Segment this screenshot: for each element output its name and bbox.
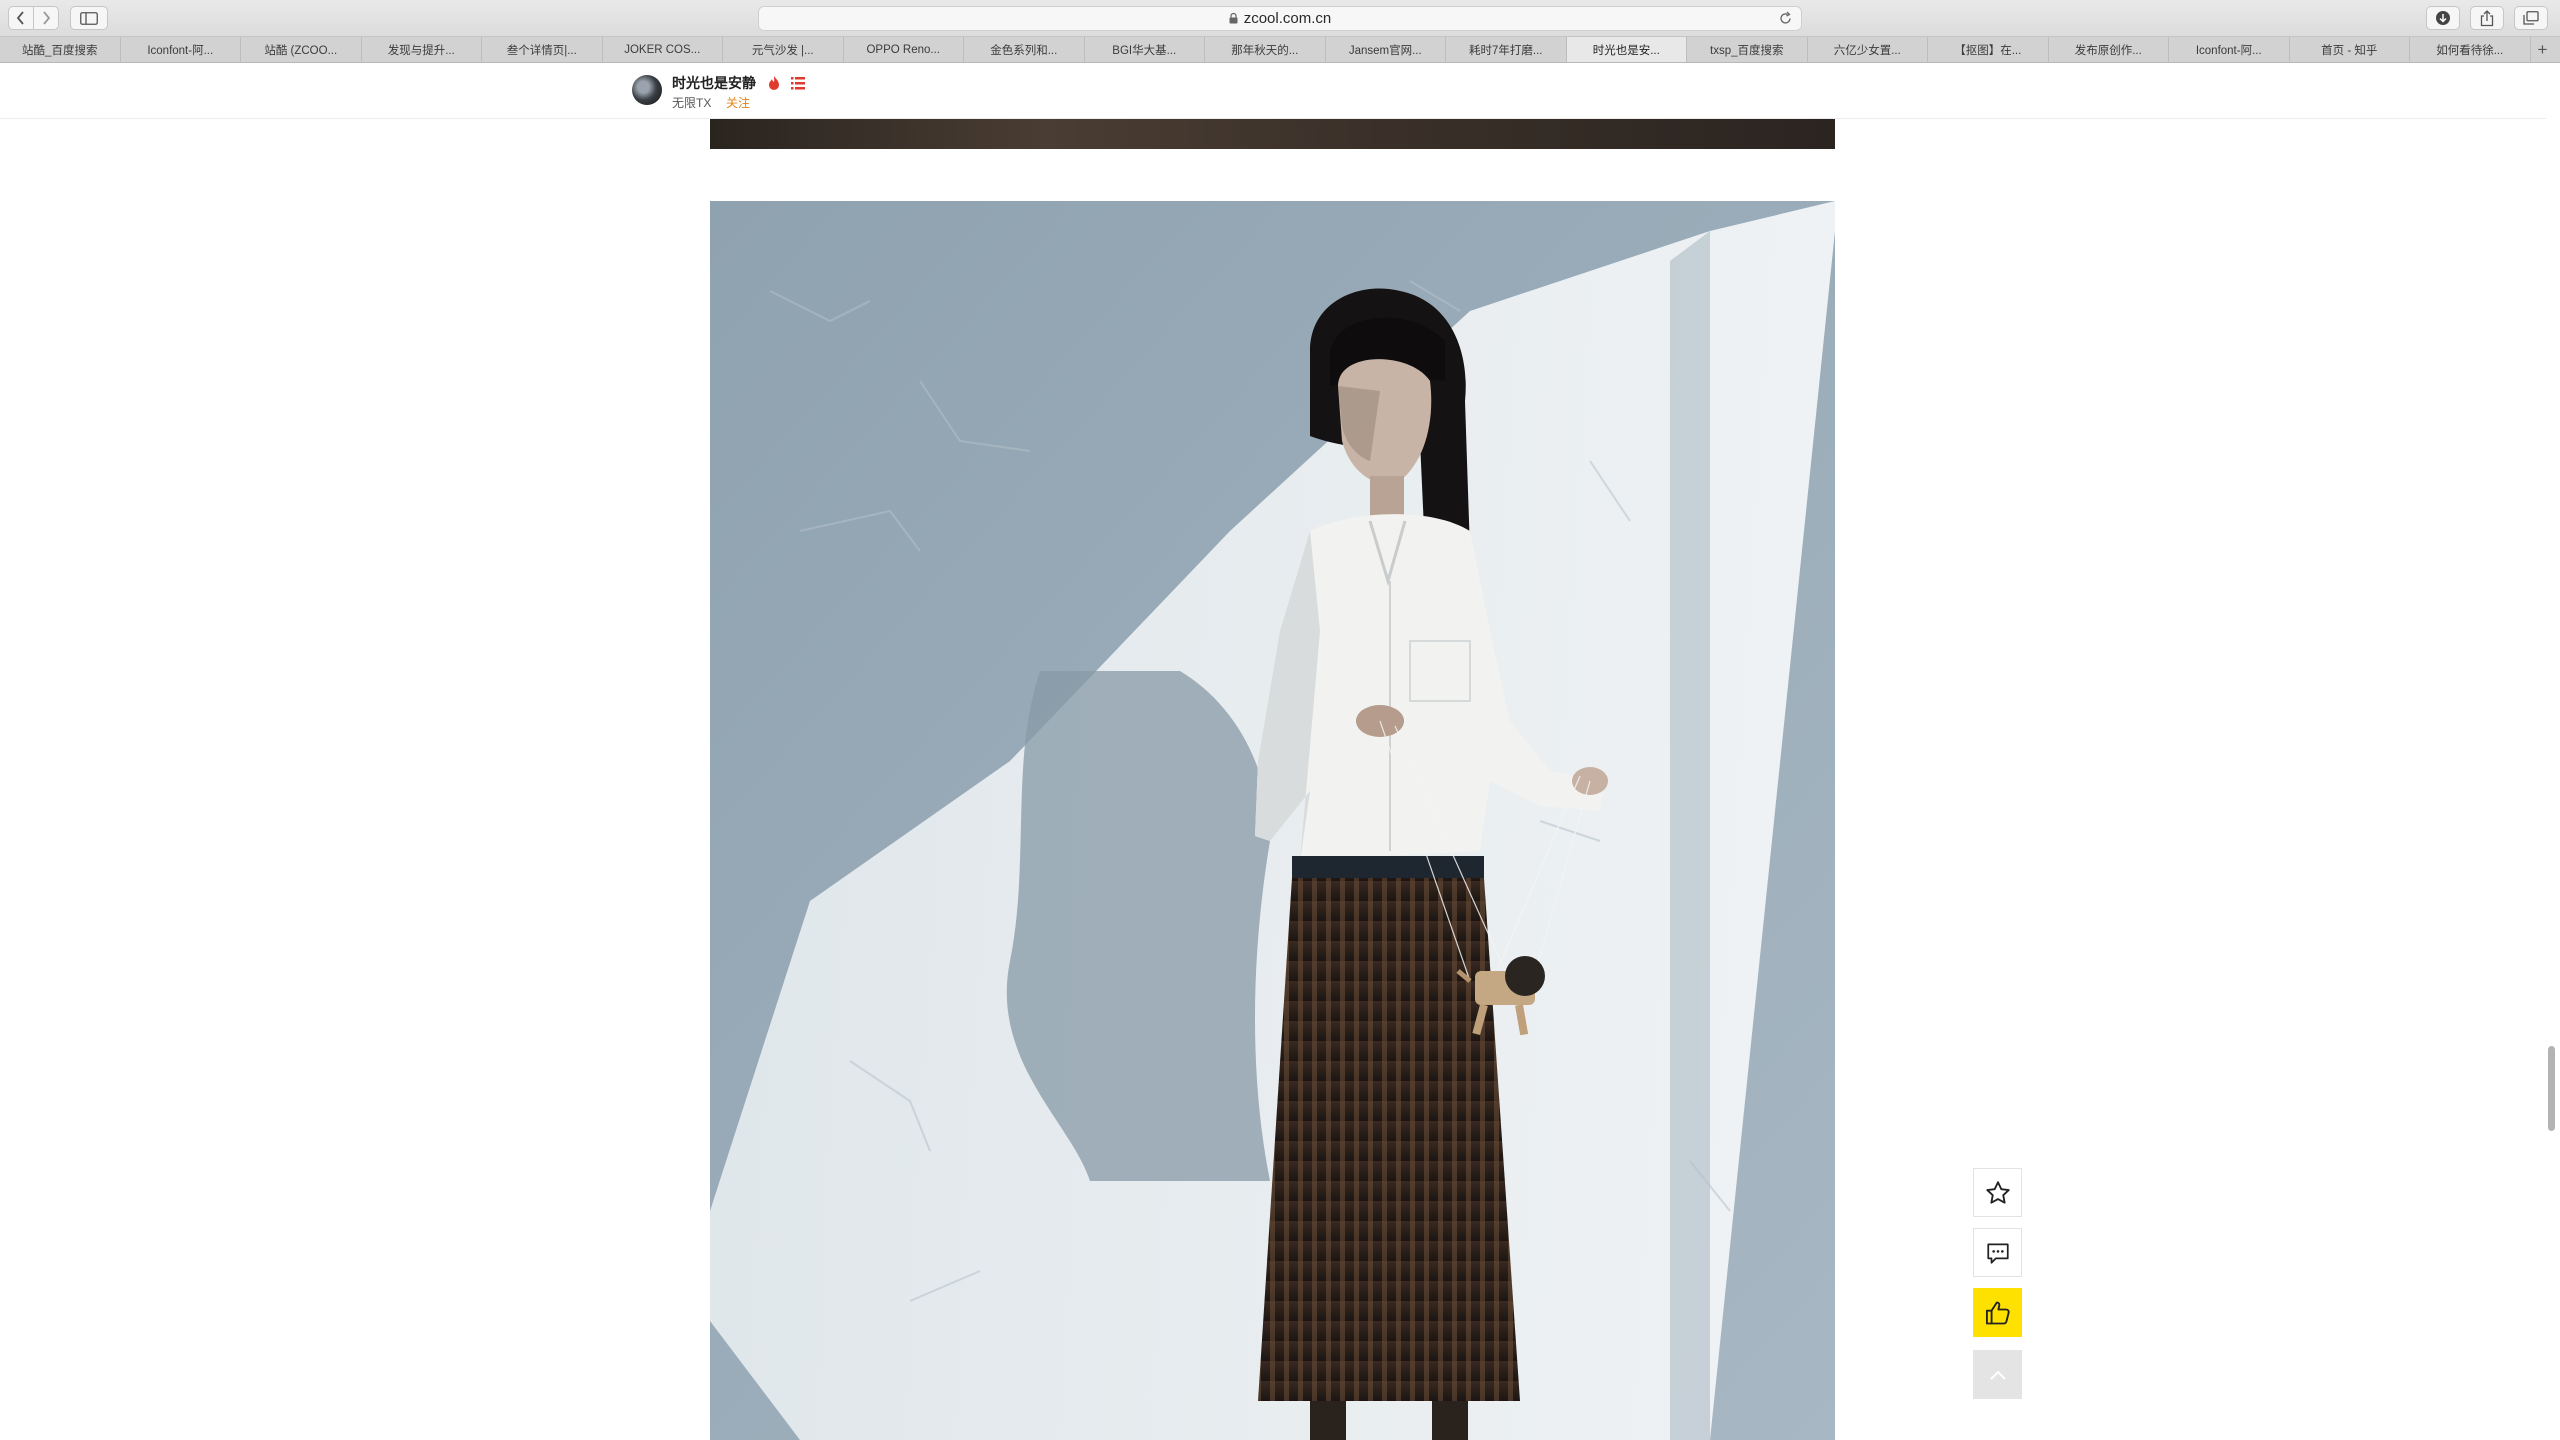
- browser-tab[interactable]: 耗时7年打磨...: [1446, 37, 1567, 62]
- fire-badge-icon: [769, 76, 779, 90]
- chevron-up-icon: [1989, 1370, 2006, 1380]
- browser-tab[interactable]: 发布原创作...: [2049, 37, 2169, 62]
- comment-button[interactable]: [1973, 1228, 2022, 1277]
- sidebar-button[interactable]: [70, 6, 108, 30]
- browser-tab[interactable]: txsp_百度搜索: [1687, 37, 1808, 62]
- browser-tab[interactable]: 站酷_百度搜索: [0, 37, 121, 62]
- tabs-icon: [2523, 11, 2539, 25]
- sidebar-icon: [80, 11, 98, 25]
- tabs-overview-button[interactable]: [2514, 6, 2548, 30]
- downloads-button[interactable]: [2426, 6, 2460, 30]
- thumbs-up-icon: [1985, 1301, 2010, 1324]
- browser-tab[interactable]: 发现与提升...: [362, 37, 482, 62]
- artwork-photo: [710, 201, 1835, 1440]
- forward-button[interactable]: [33, 6, 59, 30]
- like-button[interactable]: [1973, 1288, 2022, 1337]
- author-team: 无限TX: [672, 96, 712, 110]
- browser-tab[interactable]: 那年秋天的...: [1205, 37, 1326, 62]
- browser-tab[interactable]: OPPO Reno...: [844, 37, 964, 62]
- comment-icon: [1986, 1242, 2009, 1264]
- browser-tab[interactable]: BGI华大基...: [1085, 37, 1205, 62]
- browser-tab-active[interactable]: 时光也是安...: [1566, 37, 1687, 62]
- address-bar[interactable]: zcool.com.cn: [758, 6, 1802, 31]
- follow-link[interactable]: 关注: [726, 94, 750, 111]
- download-icon: [2436, 11, 2450, 25]
- page-scrollbar[interactable]: [2548, 1046, 2555, 1131]
- share-icon: [2480, 9, 2494, 26]
- chevron-left-icon: [16, 11, 24, 25]
- page-content: 时光也是安静 无限TX 关注: [0, 63, 2560, 1440]
- browser-tab[interactable]: 站酷 (ZCOO...: [241, 37, 362, 62]
- browser-tab[interactable]: Iconfont-阿...: [2169, 37, 2290, 62]
- browser-toolbar: zcool.com.cn: [0, 0, 2560, 37]
- lock-icon: [1229, 13, 1238, 24]
- author-name[interactable]: 时光也是安静: [672, 73, 756, 93]
- browser-tab[interactable]: JOKER COS...: [603, 37, 723, 62]
- reload-icon[interactable]: [1778, 11, 1793, 26]
- new-tab-button[interactable]: +: [2531, 37, 2555, 62]
- browser-tab[interactable]: 六亿少女置...: [1808, 37, 1928, 62]
- author-bar: 时光也是安静 无限TX 关注: [0, 63, 2546, 119]
- list-badge-icon: [791, 77, 805, 90]
- browser-tab[interactable]: 【抠图】在...: [1928, 37, 2049, 62]
- star-icon: [1985, 1180, 2010, 1204]
- share-button[interactable]: [2470, 6, 2504, 30]
- browser-tab[interactable]: 首页 - 知乎: [2290, 37, 2410, 62]
- url-text: zcool.com.cn: [1243, 10, 1332, 27]
- browser-tab[interactable]: 元气沙发 |...: [723, 37, 844, 62]
- avatar[interactable]: [632, 75, 662, 105]
- previous-photo-bottom: [710, 119, 1835, 149]
- browser-tab[interactable]: Iconfont-阿...: [121, 37, 241, 62]
- back-button[interactable]: [8, 6, 34, 30]
- favorite-button[interactable]: [1973, 1168, 2022, 1217]
- tab-bar: 站酷_百度搜索 Iconfont-阿... 站酷 (ZCOO... 发现与提升.…: [0, 37, 2560, 63]
- browser-tab[interactable]: 金色系列和...: [964, 37, 1085, 62]
- browser-tab[interactable]: 如何看待徐...: [2410, 37, 2531, 62]
- chevron-right-icon: [43, 11, 51, 25]
- back-to-top-button[interactable]: [1973, 1350, 2022, 1399]
- browser-tab[interactable]: Jansem官网...: [1326, 37, 1446, 62]
- browser-tab[interactable]: 叁个详情页|...: [482, 37, 603, 62]
